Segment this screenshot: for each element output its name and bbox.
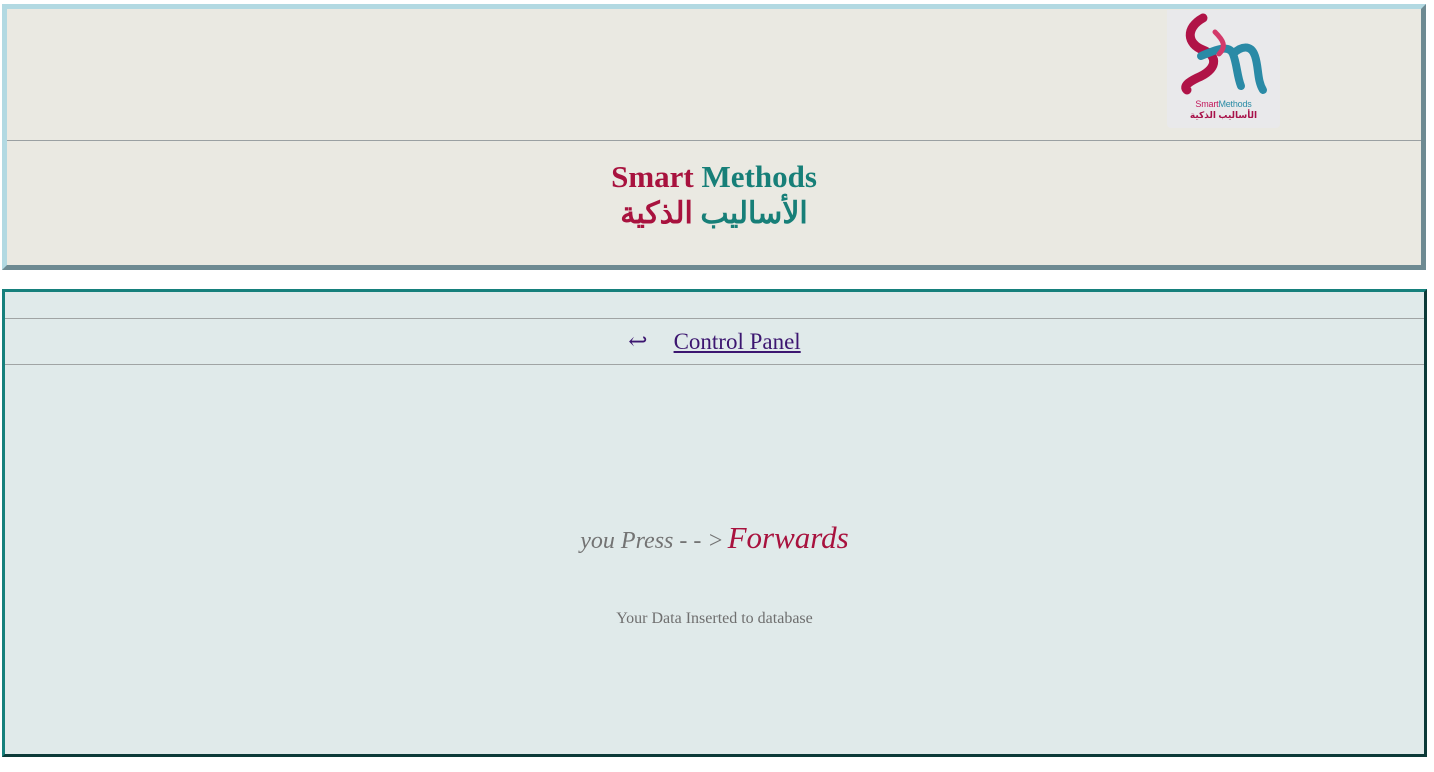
title-en-word-methods: Methods — [701, 159, 817, 194]
control-panel-link-wrapper: ↩ Control Panel — [5, 328, 1424, 356]
logo-mark-icon — [1181, 13, 1267, 95]
pressed-action: Forwards — [727, 520, 849, 555]
control-panel-label: Control Panel — [673, 329, 801, 354]
nav-band: ↩ Control Panel — [5, 318, 1424, 365]
control-panel-link[interactable]: ↩ Control Panel — [628, 329, 800, 354]
site-title: Smart Methods الأساليب الذكية — [7, 159, 1421, 233]
smart-methods-logo: SmartMethods الأساليب الذكية — [1167, 10, 1280, 128]
pressed-action-line: you Press - - > Forwards — [5, 520, 1424, 556]
header-panel: SmartMethods الأساليب الذكية Smart Metho… — [2, 4, 1426, 270]
logo-text-en: SmartMethods — [1195, 99, 1252, 109]
return-arrow-icon: ↩ — [628, 329, 648, 354]
logo-row: SmartMethods الأساليب الذكية — [7, 9, 1421, 141]
site-title-ar: الأساليب الذكية — [7, 195, 1421, 233]
title-ar-word1: الأساليب — [700, 197, 808, 230]
content-panel: ↩ Control Panel you Press - - > Forwards … — [2, 289, 1427, 757]
pressed-prefix: you Press - - > — [580, 528, 724, 554]
title-en-word-smart: Smart — [611, 159, 694, 194]
logo-text-ar: الأساليب الذكية — [1189, 110, 1258, 120]
site-title-en: Smart Methods — [7, 159, 1421, 195]
status-message: Your Data Inserted to database — [616, 610, 813, 627]
title-ar-word2: الذكية — [620, 197, 693, 230]
